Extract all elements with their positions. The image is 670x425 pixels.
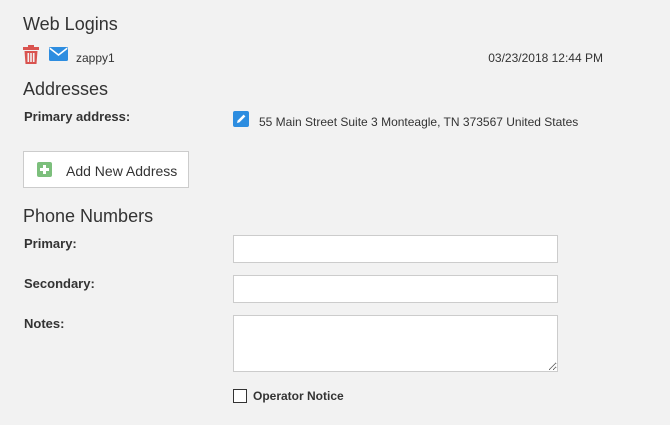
primary-phone-label: Primary: (24, 236, 77, 251)
addresses-title: Addresses (23, 79, 109, 99)
primary-phone-input[interactable] (233, 235, 558, 263)
secondary-phone-label: Secondary: (24, 276, 95, 291)
add-new-address-label: Add New Address (66, 163, 178, 179)
primary-address-label: Primary address: (24, 109, 131, 124)
notes-label: Notes: (24, 316, 65, 331)
trash-icon[interactable] (23, 45, 39, 69)
primary-address-value: 55 Main Street Suite 3 Monteagle, TN 373… (259, 115, 579, 129)
plus-icon (37, 162, 52, 177)
login-timestamp: 03/23/2018 12:44 PM (488, 51, 603, 65)
operator-notice-label: Operator Notice (253, 389, 344, 403)
pencil-icon[interactable] (233, 111, 249, 127)
login-username: zappy1 (76, 51, 115, 65)
operator-notice-checkbox[interactable] (233, 389, 247, 403)
web-login-row: zappy1 03/23/2018 12:44 PM (23, 45, 613, 67)
notes-textarea[interactable] (233, 315, 558, 372)
envelope-icon[interactable] (49, 47, 68, 66)
phone-numbers-title: Phone Numbers (23, 206, 154, 226)
secondary-phone-input[interactable] (233, 275, 558, 303)
web-logins-title: Web Logins (23, 14, 118, 34)
add-new-address-button[interactable]: Add New Address (23, 151, 189, 188)
